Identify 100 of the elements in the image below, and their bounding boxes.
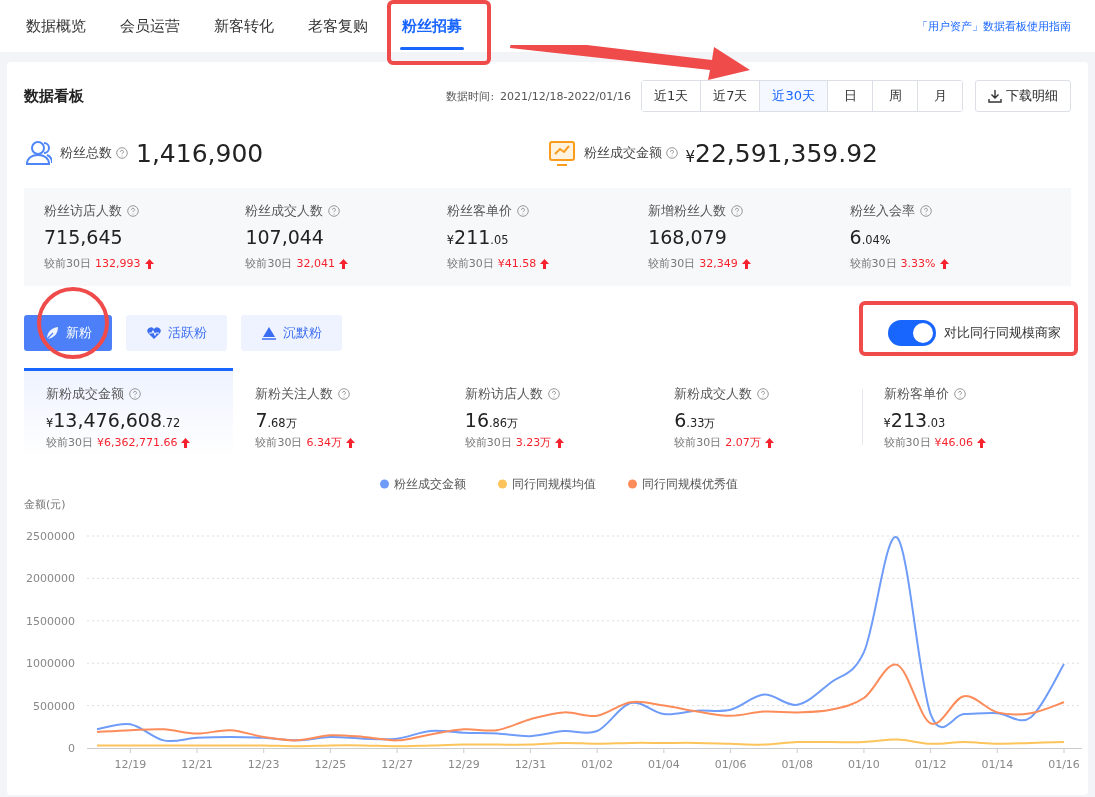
- compare-label: 较前30日: [44, 256, 91, 271]
- total-label: 粉丝成交金额: [583, 144, 662, 162]
- stat-value: 6.33万: [674, 409, 717, 431]
- up-arrow-icon: [977, 437, 987, 448]
- segment-button[interactable]: 活跃粉: [126, 315, 227, 351]
- up-arrow-icon: [181, 437, 191, 448]
- legend-label: 粉丝成交金额: [393, 477, 466, 491]
- highlight-circle: [37, 287, 109, 359]
- up-arrow-icon: [144, 258, 154, 269]
- nav-tab[interactable]: 新客转化: [212, 0, 276, 52]
- stat-label: 粉丝客单价: [446, 202, 512, 220]
- stat-value: 168,079: [648, 226, 728, 248]
- legend-item[interactable]: 同行同规模均值: [498, 477, 596, 491]
- change-value: ¥46.06: [934, 436, 974, 449]
- axis-label: 01/04: [648, 758, 680, 771]
- range-option[interactable]: 近30天: [759, 81, 827, 111]
- legend-item[interactable]: 粉丝成交金额: [380, 477, 466, 491]
- axis-label: 01/02: [581, 758, 613, 771]
- metric-card[interactable]: 新粉关注人数 7.68万 较前30日 6.34万: [233, 368, 443, 458]
- change-value: 3.23万: [515, 435, 552, 450]
- axis-label: 01/12: [914, 758, 947, 771]
- stat-value: ¥213.03: [883, 409, 947, 431]
- stat-label: 新粉访店人数: [464, 385, 543, 403]
- axis-label: 12/19: [114, 758, 147, 771]
- axis-title: 金额(元): [24, 498, 66, 511]
- help-icon: [338, 388, 351, 400]
- help-icon: [116, 147, 128, 159]
- change-value: 32,041: [296, 257, 335, 270]
- stat-value: 715,645: [44, 226, 124, 248]
- axis-label: 12/25: [314, 758, 347, 771]
- compare-label: 较前30日: [446, 256, 494, 271]
- nav-tab[interactable]: 老客复购: [306, 0, 370, 52]
- metric-card[interactable]: 新粉访店人数 16.86万 较前30日 3.23万: [442, 368, 653, 458]
- axis-label: 0: [68, 742, 75, 755]
- legend-item[interactable]: 同行同规模优秀值: [628, 477, 738, 491]
- total-label: 粉丝总数: [60, 144, 112, 162]
- up-arrow-icon: [764, 437, 774, 448]
- up-arrow-icon: [345, 437, 355, 448]
- help-icon: [953, 388, 966, 400]
- axis-label: 2500000: [26, 530, 75, 543]
- nav-tab[interactable]: 粉丝招募: [400, 0, 464, 52]
- metric-card[interactable]: 新粉客单价 ¥213.03 较前30日 ¥46.06: [861, 368, 1071, 458]
- help-icon: [328, 205, 341, 217]
- compare-label: 较前30日: [849, 256, 897, 271]
- segment-button[interactable]: 沉默粉: [241, 315, 342, 351]
- change-value: 32,349: [699, 257, 738, 270]
- change-value: ¥6,362,771.66: [97, 436, 178, 449]
- stat-label: 新粉客单价: [883, 385, 949, 403]
- stat-label: 新粉成交人数: [674, 385, 753, 403]
- axis-label: 01/16: [1048, 758, 1080, 771]
- up-arrow-icon: [741, 258, 751, 269]
- toggle-label: 对比同行同规模商家: [944, 324, 1061, 342]
- axis-label: 12/31: [514, 758, 547, 771]
- segment-button[interactable]: 新粉: [24, 315, 112, 351]
- board-title: 数据看板: [24, 86, 85, 106]
- change-value: 132,993: [95, 257, 141, 270]
- change-value: 3.33%: [900, 257, 936, 270]
- axis-label: 01/10: [848, 758, 880, 771]
- metric-card[interactable]: 新粉成交人数 6.33万 较前30日 2.07万: [652, 368, 862, 458]
- axis-label: 01/06: [714, 758, 747, 771]
- up-arrow-icon: [555, 437, 565, 448]
- change-value: ¥41.58: [497, 257, 537, 270]
- stat-label: 粉丝入会率: [849, 202, 915, 220]
- help-icon: [757, 388, 770, 400]
- compare-label: 较前30日: [245, 256, 293, 271]
- time-range: 2021/12/18-2022/01/16: [500, 89, 631, 103]
- stat-value: 16.86万: [464, 409, 520, 431]
- mountain-icon: [261, 325, 277, 341]
- nav-tab[interactable]: 会员运营: [118, 0, 182, 52]
- help-icon: [547, 388, 560, 400]
- stat-label: 新粉成交金额: [46, 385, 124, 403]
- axis-label: 01/08: [781, 758, 814, 771]
- axis-label: 12/23: [247, 758, 280, 771]
- help-icon: [516, 205, 529, 217]
- leaf-icon: [44, 325, 60, 341]
- compare-label: 较前30日: [464, 435, 512, 450]
- axis-label: 01/14: [981, 758, 1014, 771]
- up-arrow-icon: [939, 258, 949, 269]
- stat-value: 6.04%: [849, 226, 892, 248]
- up-arrow-icon: [338, 258, 348, 269]
- download-button[interactable]: 下载明细: [975, 80, 1071, 112]
- compare-label: 较前30日: [648, 256, 696, 271]
- heart-icon: [146, 325, 162, 341]
- nav-tab[interactable]: 数据概览: [24, 0, 88, 52]
- download-icon: [988, 89, 1002, 103]
- change-value: 6.34万: [306, 435, 342, 450]
- help-icon: [731, 205, 744, 217]
- compare-label: 较前30日: [46, 435, 93, 450]
- toggle-switch[interactable]: [888, 320, 936, 346]
- range-option[interactable]: 月: [917, 81, 962, 111]
- guide-link[interactable]: 「用户资产」数据看板使用指南: [917, 18, 1071, 34]
- chart-monitor-icon: [547, 139, 576, 167]
- stat-label: 粉丝成交人数: [245, 202, 324, 220]
- help-icon: [919, 205, 932, 217]
- people-icon: [24, 139, 52, 167]
- axis-label: 12/27: [381, 758, 413, 771]
- help-icon: [665, 147, 678, 159]
- stat-value: ¥13,476,608.72: [46, 409, 182, 431]
- compare-label: 较前30日: [674, 435, 722, 450]
- help-icon: [129, 388, 141, 400]
